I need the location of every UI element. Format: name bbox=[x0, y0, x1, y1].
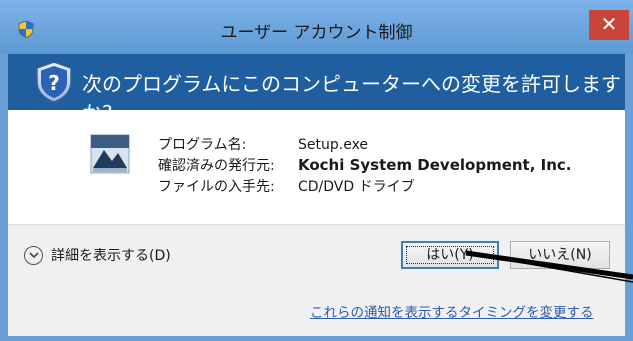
window-title: ユーザー アカウント制御 bbox=[220, 23, 413, 43]
notification-settings-link[interactable]: これらの通知を表示するタイミングを変更する bbox=[310, 301, 594, 321]
show-details-toggle[interactable]: 詳細を表示する(D) bbox=[24, 245, 171, 265]
program-name-label: プログラム名: bbox=[158, 137, 247, 153]
program-name-value: Setup.exe bbox=[298, 137, 369, 153]
question-banner: ? 次のプログラムにこのコンピューターへの変更を許可しますか? bbox=[8, 54, 625, 125]
program-details: プログラム名: Setup.exe 確認済みの発行元: Kochi System D… bbox=[8, 110, 625, 224]
title-bar: ユーザー アカウント制御 ✕ bbox=[0, 0, 633, 54]
close-button[interactable]: ✕ bbox=[589, 10, 629, 40]
program-name-row: プログラム名: Setup.exe bbox=[158, 134, 572, 155]
publisher-value: Kochi System Development, Inc. bbox=[298, 156, 572, 174]
uac-dialog: ユーザー アカウント制御 ✕ ? 次のプログラムにこのコンピューターへの変更を許… bbox=[0, 0, 633, 341]
show-details-label: 詳細を表示する(D) bbox=[51, 248, 171, 264]
svg-text:?: ? bbox=[48, 71, 60, 95]
file-origin-value: CD/DVD ドライブ bbox=[298, 179, 415, 195]
setup-app-icon bbox=[90, 134, 130, 178]
publisher-row: 確認済みの発行元: Kochi System Development, Inc. bbox=[158, 155, 572, 176]
chevron-down-icon bbox=[24, 245, 43, 265]
publisher-label: 確認済みの発行元: bbox=[158, 158, 275, 174]
no-button[interactable]: いいえ(N) bbox=[510, 241, 610, 269]
dialog-footer: 詳細を表示する(D) はい(Y) いいえ(N) これらの通知を表示するタイミング… bbox=[8, 224, 625, 336]
no-button-label: いいえ(N) bbox=[528, 247, 592, 263]
focus-rectangle bbox=[406, 246, 494, 264]
question-shield-icon: ? bbox=[34, 60, 74, 108]
program-info: プログラム名: Setup.exe 確認済みの発行元: Kochi System D… bbox=[158, 134, 572, 197]
file-origin-label: ファイルの入手先: bbox=[158, 179, 275, 195]
yes-button[interactable]: はい(Y) bbox=[401, 241, 499, 269]
file-origin-row: ファイルの入手先: CD/DVD ドライブ bbox=[158, 176, 572, 197]
